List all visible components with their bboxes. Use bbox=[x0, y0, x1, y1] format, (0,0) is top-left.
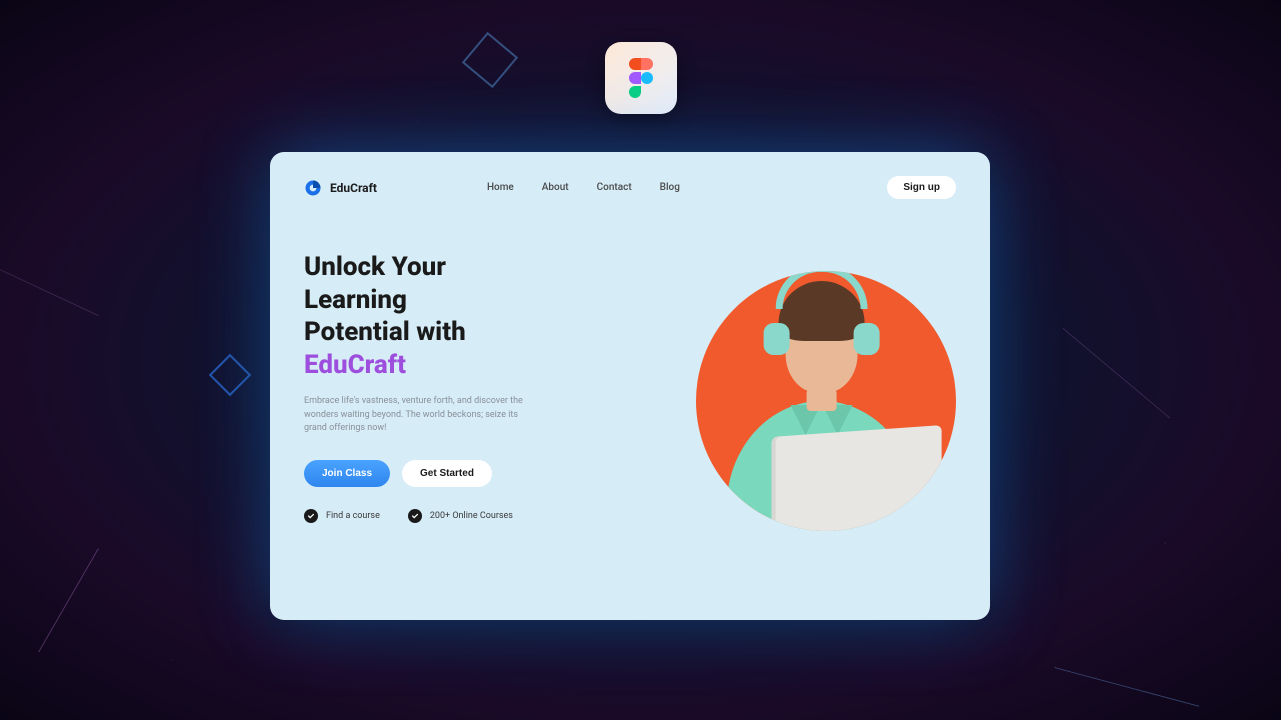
nav-link-home[interactable]: Home bbox=[487, 182, 514, 193]
nav-link-contact[interactable]: Contact bbox=[597, 182, 632, 193]
hero-illustration bbox=[604, 251, 956, 523]
nav-bar: EduCraft Home About Contact Blog Sign up bbox=[304, 176, 956, 199]
brand[interactable]: EduCraft bbox=[304, 179, 377, 197]
headline-line: Learning bbox=[304, 285, 407, 315]
check-icon bbox=[304, 509, 318, 523]
headphone-cup bbox=[854, 323, 880, 355]
headline-line: Unlock Your bbox=[304, 252, 446, 282]
headphone-band bbox=[776, 271, 868, 309]
nav-link-blog[interactable]: Blog bbox=[660, 182, 680, 193]
join-class-button[interactable]: Join Class bbox=[304, 460, 390, 487]
nav-links: Home About Contact Blog bbox=[487, 182, 680, 193]
bg-triangle bbox=[38, 548, 202, 712]
feature-item: Find a course bbox=[304, 509, 380, 523]
headphone-cup bbox=[764, 323, 790, 355]
headline-line: Potential with bbox=[304, 317, 466, 347]
cta-row: Join Class Get Started bbox=[304, 460, 604, 487]
nav-link-about[interactable]: About bbox=[542, 182, 569, 193]
brand-name: EduCraft bbox=[330, 181, 377, 195]
bg-triangle bbox=[0, 104, 166, 317]
feature-item: 200+ Online Courses bbox=[408, 509, 513, 523]
bg-triangle bbox=[1054, 523, 1238, 707]
figma-logo-badge bbox=[605, 42, 677, 114]
bg-diamond bbox=[209, 354, 251, 396]
hero-section: Unlock Your Learning Potential with EduC… bbox=[304, 251, 956, 523]
headline-brand-accent: EduCraft bbox=[304, 350, 406, 380]
hero-subheading: Embrace life's vastness, venture forth, … bbox=[304, 395, 524, 436]
hero-headline: Unlock Your Learning Potential with EduC… bbox=[304, 251, 604, 381]
student-illustration bbox=[712, 271, 932, 531]
hero-circle bbox=[696, 271, 956, 531]
signup-button[interactable]: Sign up bbox=[887, 176, 956, 199]
check-icon bbox=[408, 509, 422, 523]
figma-icon bbox=[627, 58, 655, 98]
bg-diamond bbox=[462, 32, 518, 88]
hero-copy: Unlock Your Learning Potential with EduC… bbox=[304, 251, 604, 523]
get-started-button[interactable]: Get Started bbox=[402, 460, 492, 487]
laptop bbox=[772, 425, 942, 531]
website-mock-card: EduCraft Home About Contact Blog Sign up… bbox=[270, 152, 990, 620]
feature-label: Find a course bbox=[326, 511, 380, 521]
feature-label: 200+ Online Courses bbox=[430, 511, 513, 521]
feature-row: Find a course 200+ Online Courses bbox=[304, 509, 604, 523]
brand-logo-icon bbox=[304, 179, 322, 197]
bg-triangle bbox=[1062, 221, 1259, 418]
